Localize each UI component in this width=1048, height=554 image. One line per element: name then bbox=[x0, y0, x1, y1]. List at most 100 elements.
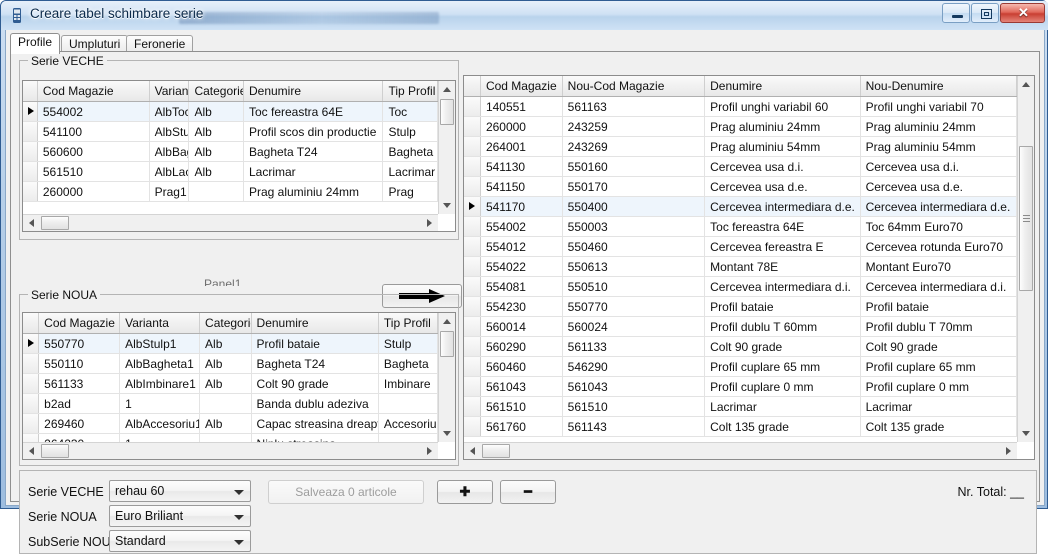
cell[interactable]: 264230 bbox=[39, 434, 121, 442]
table-row[interactable]: 269460 AlbAccesoriu1 Alb Capac streasina dr… bbox=[23, 414, 438, 434]
table-row[interactable]: 541130 550160 Cercevea usa d.i. Cercevea us… bbox=[464, 157, 1017, 177]
cell[interactable]: Profil dublu T 70mm bbox=[861, 317, 1017, 336]
grid-serie-veche-hscrollbar[interactable] bbox=[23, 214, 438, 231]
table-row[interactable]: b2ad 1 Banda dublu adeziva bbox=[23, 394, 438, 414]
cell[interactable]: Bagheta bbox=[379, 354, 438, 373]
cell[interactable]: Prag1 bbox=[150, 182, 190, 201]
cell[interactable]: 541100 bbox=[38, 122, 150, 141]
cell[interactable]: 561133 bbox=[39, 374, 121, 393]
save-button[interactable]: Salveaza 0 articole bbox=[268, 480, 424, 504]
cell[interactable]: 554002 bbox=[38, 102, 150, 121]
column-header-cod-magazie[interactable]: Cod Magazie bbox=[480, 76, 563, 96]
cell[interactable]: 550510 bbox=[563, 277, 706, 296]
table-row[interactable]: 554230 550770 Profil bataie Profil bataie bbox=[464, 297, 1017, 317]
cell[interactable]: 561510 bbox=[563, 397, 706, 416]
cell[interactable]: Lacrimar bbox=[861, 397, 1017, 416]
table-row[interactable]: 140551 561163 Profil unghi variabil 60 Prof… bbox=[464, 97, 1017, 117]
table-row[interactable]: 561760 561143 Colt 135 grade Colt 135 grade bbox=[464, 417, 1017, 437]
row-selector[interactable] bbox=[23, 354, 40, 373]
cell[interactable]: Cercevea usa d.e. bbox=[705, 177, 861, 196]
table-row[interactable]: 560014 560024 Profil dublu T 60mm Profil du… bbox=[464, 317, 1017, 337]
row-selector[interactable] bbox=[464, 317, 481, 336]
cell[interactable]: Prag aluminiu 54mm bbox=[705, 137, 861, 156]
combo-subserie-noua[interactable]: Standard bbox=[109, 530, 251, 552]
cell[interactable]: Alb bbox=[189, 122, 244, 141]
grid-serie-veche[interactable]: Cod Magazie Varianta Categorie Culoare D… bbox=[22, 80, 456, 232]
cell[interactable]: 546290 bbox=[563, 357, 706, 376]
cell[interactable]: Profil cuplare 65 mm bbox=[705, 357, 861, 376]
hscroll-thumb[interactable] bbox=[41, 444, 69, 458]
cell[interactable]: Stulp bbox=[383, 122, 438, 141]
row-selector[interactable] bbox=[464, 97, 481, 116]
combo-serie-noua[interactable]: Euro Briliant bbox=[109, 505, 251, 527]
cell[interactable] bbox=[189, 182, 244, 201]
cell[interactable]: Prag aluminiu 24mm bbox=[861, 117, 1017, 136]
cell[interactable]: Profil scos din productie bbox=[244, 122, 384, 141]
cell[interactable]: 561043 bbox=[563, 377, 706, 396]
minimize-button[interactable] bbox=[942, 3, 970, 23]
grid-serie-noua[interactable]: Cod Magazie Varianta Categorie Culoare D… bbox=[22, 312, 456, 460]
cell[interactable]: Prag bbox=[383, 182, 438, 201]
cell[interactable]: Stulp bbox=[379, 334, 438, 353]
cell[interactable]: 561760 bbox=[481, 417, 563, 436]
cell[interactable]: Bagheta T24 bbox=[244, 142, 384, 161]
cell[interactable]: 550770 bbox=[563, 297, 706, 316]
row-selector[interactable] bbox=[464, 137, 481, 156]
scroll-left-icon[interactable] bbox=[23, 443, 40, 459]
column-header-categorie[interactable]: Categorie Culoare bbox=[189, 81, 244, 101]
cell[interactable]: Profil bataie bbox=[252, 334, 379, 353]
close-button[interactable]: ✕ bbox=[1000, 3, 1045, 23]
column-header-denumire[interactable]: Denumire bbox=[705, 76, 861, 96]
row-selector[interactable] bbox=[23, 414, 40, 433]
row-selector[interactable] bbox=[23, 122, 38, 141]
scroll-right-icon[interactable] bbox=[1000, 443, 1017, 459]
cell[interactable]: Toc bbox=[383, 102, 438, 121]
cell[interactable]: Cercevea intermediara d.i. bbox=[705, 277, 861, 296]
vscroll-thumb[interactable] bbox=[1019, 146, 1033, 291]
row-selector-current[interactable] bbox=[23, 334, 40, 353]
scroll-right-icon[interactable] bbox=[421, 215, 438, 231]
row-selector-current[interactable] bbox=[23, 102, 38, 121]
row-selector[interactable] bbox=[464, 157, 481, 176]
row-selector[interactable] bbox=[464, 217, 481, 236]
cell[interactable]: 561163 bbox=[563, 97, 706, 116]
cell[interactable]: Alb bbox=[189, 142, 244, 161]
table-row[interactable]: 541100 AlbStu Alb Profil scos din productie… bbox=[23, 122, 438, 142]
cell[interactable]: 560014 bbox=[481, 317, 563, 336]
cell[interactable]: 260000 bbox=[38, 182, 150, 201]
cell[interactable]: Accesoriu bbox=[379, 414, 438, 433]
cell[interactable]: Capac streasina dreapta bbox=[252, 414, 379, 433]
row-selector[interactable] bbox=[464, 337, 481, 356]
column-header-varianta[interactable]: Varianta bbox=[149, 81, 190, 101]
scroll-left-icon[interactable] bbox=[23, 215, 40, 231]
row-selector[interactable] bbox=[23, 142, 38, 161]
cell[interactable]: Banda dublu adeziva bbox=[252, 394, 379, 413]
scroll-up-icon[interactable] bbox=[1018, 76, 1034, 93]
cell[interactable]: Profil unghi variabil 60 bbox=[705, 97, 861, 116]
row-selector[interactable] bbox=[464, 297, 481, 316]
cell[interactable]: 554002 bbox=[481, 217, 563, 236]
table-row[interactable]: 554081 550510 Cercevea intermediara d.i. Ce… bbox=[464, 277, 1017, 297]
column-header-denumire[interactable]: Denumire bbox=[243, 81, 384, 101]
cell[interactable]: Lacrimar bbox=[244, 162, 384, 181]
vscroll-thumb[interactable] bbox=[440, 99, 454, 125]
cell[interactable]: Alb bbox=[200, 374, 252, 393]
cell[interactable]: Alb bbox=[200, 414, 252, 433]
cell[interactable]: Colt 90 grade bbox=[252, 374, 379, 393]
cell[interactable]: Cercevea intermediara d.e. bbox=[861, 197, 1017, 216]
grid-serie-noua-vscrollbar[interactable] bbox=[438, 313, 455, 442]
grid-serie-veche-vscrollbar[interactable] bbox=[438, 81, 455, 214]
table-row[interactable]: 2642301 Niplu streasina bbox=[23, 434, 438, 442]
grid-mapping-vscrollbar[interactable] bbox=[1017, 76, 1034, 442]
cell[interactable]: Alb bbox=[189, 162, 244, 181]
table-row[interactable]: 260000 Prag1 Prag aluminiu 24mm Prag bbox=[23, 182, 438, 202]
cell[interactable]: 554230 bbox=[481, 297, 563, 316]
cell[interactable]: 561143 bbox=[563, 417, 706, 436]
grid-mapping[interactable]: Cod Magazie Nou-Cod Magazie Denumire Nou… bbox=[463, 75, 1035, 460]
cell[interactable]: Niplu streasina bbox=[252, 434, 379, 442]
table-row[interactable]: 554012 550460 Cercevea fereastra E Cercevea… bbox=[464, 237, 1017, 257]
cell[interactable]: Colt 135 grade bbox=[861, 417, 1017, 436]
row-selector[interactable] bbox=[23, 374, 40, 393]
cell[interactable]: 560290 bbox=[481, 337, 563, 356]
cell[interactable]: 561043 bbox=[481, 377, 563, 396]
